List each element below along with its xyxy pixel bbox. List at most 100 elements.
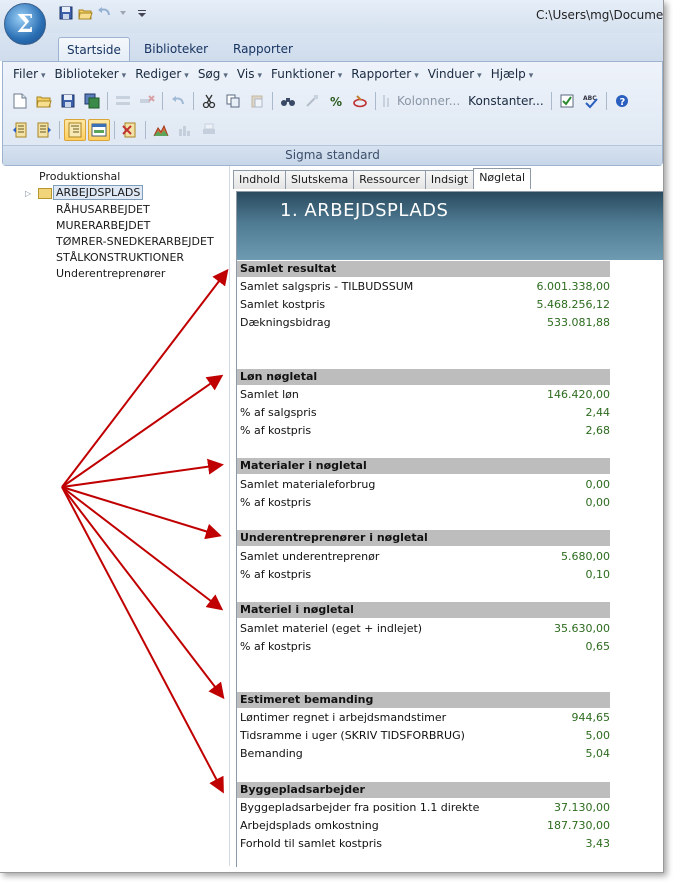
redo-icon[interactable]	[115, 5, 131, 21]
data-row: Forhold til samlet kostpris 3,43	[240, 835, 610, 853]
columns-icon[interactable]	[380, 90, 392, 112]
expand-arrow-icon[interactable]: ▷	[25, 189, 31, 198]
open-folder-icon[interactable]	[77, 5, 93, 21]
tree-node-arbejdsplads[interactable]: ARBEJDSPLADS	[53, 185, 144, 200]
eraser-icon[interactable]	[349, 90, 371, 112]
menu-rediger[interactable]: Rediger ▾	[131, 67, 194, 81]
tab-rapporter[interactable]: Rapporter	[225, 37, 301, 61]
tree-root-node[interactable]: Produktionshal	[39, 170, 120, 183]
save-icon[interactable]	[57, 90, 79, 112]
tab-indhold[interactable]: Indhold	[233, 170, 286, 189]
caret-icon: ▾	[223, 71, 228, 81]
menu-sog[interactable]: Søg ▾	[194, 67, 233, 81]
tab-biblioteker[interactable]: Biblioteker	[136, 37, 216, 61]
data-row: Løntimer regnet i arbejdsmandstimer 944,6…	[240, 709, 610, 727]
help-icon[interactable]: ?	[611, 90, 633, 112]
toolbar-separator	[145, 121, 146, 139]
tab-startside[interactable]: Startside	[58, 37, 130, 62]
application-window: C:\Users\mg\Docume Σ Startside Bibliotek…	[0, 0, 664, 873]
tree-node-child[interactable]: MURERARBEJDET	[56, 219, 150, 232]
caret-icon: ▾	[528, 71, 534, 81]
folder-icon	[38, 188, 52, 199]
window-title: C:\Users\mg\Docume	[536, 8, 664, 22]
cut-icon[interactable]	[198, 90, 220, 112]
data-row: Arbejdsplads omkostning 187.730,00	[240, 817, 610, 835]
menu-label: Filer	[13, 67, 39, 81]
spellcheck-icon[interactable]: ABC	[580, 90, 602, 112]
caret-icon: ▾	[477, 71, 482, 81]
menu-vinduer[interactable]: Vinduer ▾	[424, 67, 487, 81]
row-value: 5,04	[585, 747, 611, 760]
find-binoculars-icon[interactable]	[277, 90, 299, 112]
checklist-icon[interactable]	[556, 90, 578, 112]
tree-node-child[interactable]: STÅLKONSTRUKTIONER	[56, 251, 184, 264]
tab-ressourcer[interactable]: Ressourcer	[353, 170, 426, 189]
menu-label: Vis	[236, 67, 255, 81]
menu-rapporter[interactable]: Rapporter ▾	[347, 67, 424, 81]
content-tab-strip: Indhold Slutskema Ressourcer Indsigt Nøg…	[233, 168, 532, 190]
detail-view-icon[interactable]	[88, 119, 110, 141]
tree-node-child[interactable]: RÅHUSARBEJDET	[56, 203, 150, 216]
data-row: Samlet materiel (eget + indlejet) 35.630,…	[240, 620, 610, 638]
section-heading: Underentreprenører i nøgletal	[237, 530, 610, 546]
menu-label: Rapporter	[351, 67, 412, 81]
toolbar-separator	[107, 92, 108, 110]
tree-node-child[interactable]: Underentreprenører	[56, 267, 165, 280]
row-label: Samlet underentreprenør	[240, 550, 380, 563]
menu-hjaelp[interactable]: Hjælp ▾	[487, 67, 539, 81]
toolbar-separator	[193, 92, 194, 110]
replace-icon[interactable]	[301, 90, 323, 112]
toolbar-separator	[59, 121, 60, 139]
insert-row-icon[interactable]	[112, 90, 134, 112]
outline-view-icon[interactable]	[64, 119, 86, 141]
chart-icon[interactable]	[150, 119, 172, 141]
undo-icon[interactable]	[96, 5, 112, 21]
row-label: Arbejdsplads omkostning	[240, 819, 379, 832]
indent-right-icon[interactable]	[33, 119, 55, 141]
new-document-icon[interactable]	[9, 90, 31, 112]
application-menu-button[interactable]: Σ	[4, 3, 46, 45]
tab-slutskema[interactable]: Slutskema	[284, 170, 355, 189]
percent-icon[interactable]: %	[325, 90, 347, 112]
open-folder-icon[interactable]	[33, 90, 55, 112]
svg-text:%: %	[330, 95, 342, 108]
menu-label: Rediger	[135, 67, 182, 81]
delete-item-icon[interactable]	[119, 119, 141, 141]
pane-splitter[interactable]	[229, 166, 233, 866]
row-label: Dækningsbidrag	[240, 316, 331, 329]
undo-icon[interactable]	[167, 90, 189, 112]
caret-icon: ▾	[121, 71, 127, 81]
data-row: % af kostpris 0,10	[240, 566, 610, 584]
print-icon[interactable]	[198, 119, 220, 141]
delete-row-icon[interactable]	[136, 90, 158, 112]
row-label: % af kostpris	[240, 640, 312, 653]
kolonner-button[interactable]: Kolonner...	[394, 94, 463, 108]
row-value: 35.630,00	[554, 622, 610, 635]
ribbon-group-label: Sigma standard	[3, 145, 662, 165]
report-header: 1. ARBEJDSPLADS	[237, 192, 663, 260]
menu-filer[interactable]: Filer ▾	[9, 67, 51, 81]
row-label: Samlet kostpris	[240, 298, 326, 311]
customize-qat-icon[interactable]	[134, 5, 150, 21]
tree-node-child[interactable]: TØMRER-SNEDKERARBEJDET	[56, 235, 214, 248]
save-icon[interactable]	[58, 5, 74, 21]
konstanter-button[interactable]: Konstanter...	[465, 94, 547, 108]
title-bar: C:\Users\mg\Docume	[0, 0, 663, 33]
menu-funktioner[interactable]: Funktioner ▾	[267, 67, 347, 81]
paste-icon[interactable]	[246, 90, 268, 112]
menu-biblioteker[interactable]: Biblioteker ▾	[51, 67, 132, 81]
caret-icon: ▾	[414, 71, 419, 81]
save-all-icon[interactable]	[81, 90, 103, 112]
tab-indsigt[interactable]: Indsigt	[424, 170, 475, 189]
indent-left-icon[interactable]	[9, 119, 31, 141]
bar-chart-icon[interactable]	[174, 119, 196, 141]
row-label: Forhold til samlet kostpris	[240, 837, 383, 850]
menu-bar: Filer ▾ Biblioteker ▾ Rediger ▾ Søg ▾ Vis ▾ F…	[9, 67, 538, 81]
toolbar-separator	[114, 121, 115, 139]
tab-nogletal[interactable]: Nøgletal	[473, 168, 532, 189]
row-value: 0,10	[585, 568, 611, 581]
menu-vis[interactable]: Vis ▾	[233, 67, 267, 81]
copy-icon[interactable]	[222, 90, 244, 112]
row-value: 2,44	[585, 406, 611, 419]
data-row: Bemanding 5,04	[240, 745, 610, 763]
